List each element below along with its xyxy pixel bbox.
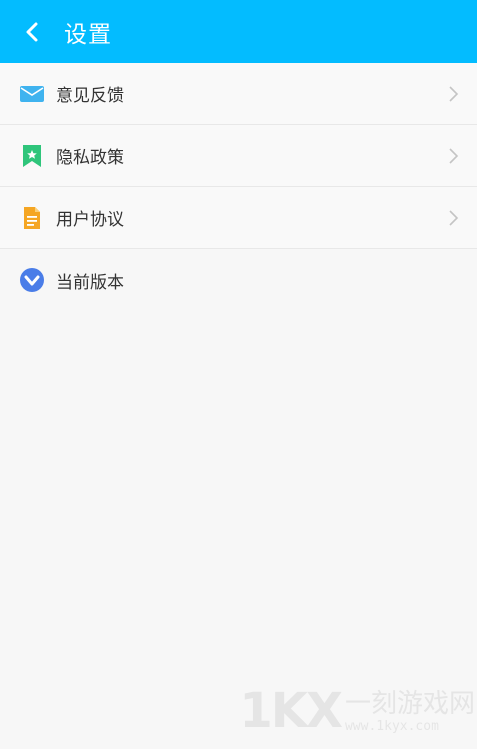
bookmark-star-icon — [19, 143, 45, 169]
page-title: 设置 — [64, 21, 112, 48]
settings-item-version[interactable]: 当前版本 — [0, 249, 477, 311]
back-button[interactable] — [6, 0, 58, 63]
settings-screen: 设置 意见反馈 隐私政策 用户协议 当前版本 1KX 一刻游戏网 www.1ky… — [0, 0, 477, 749]
settings-item-feedback[interactable]: 意见反馈 — [0, 63, 477, 125]
header-bar: 设置 — [0, 0, 477, 63]
chevron-right-icon — [449, 85, 459, 102]
settings-item-privacy[interactable]: 隐私政策 — [0, 125, 477, 187]
settings-item-label: 隐私政策 — [56, 148, 124, 168]
settings-list: 意见反馈 隐私政策 用户协议 当前版本 — [0, 63, 477, 311]
settings-item-agreement[interactable]: 用户协议 — [0, 187, 477, 249]
watermark: 1KX 一刻游戏网 www.1kyx.com — [239, 687, 475, 735]
chevron-right-icon — [449, 209, 459, 226]
document-icon — [19, 205, 45, 231]
watermark-name: 一刻游戏网 — [344, 689, 475, 719]
chevron-left-icon — [26, 22, 38, 41]
settings-item-label: 用户协议 — [56, 210, 124, 230]
chevron-right-icon — [449, 147, 459, 164]
mail-icon — [19, 81, 45, 107]
watermark-text: 一刻游戏网 www.1kyx.com — [345, 689, 475, 735]
settings-item-label: 当前版本 — [56, 272, 124, 293]
watermark-logo: 1KX — [239, 683, 343, 739]
watermark-url: www.1kyx.com — [344, 719, 439, 734]
settings-item-label: 意见反馈 — [56, 86, 124, 106]
v-badge-icon — [19, 267, 45, 293]
